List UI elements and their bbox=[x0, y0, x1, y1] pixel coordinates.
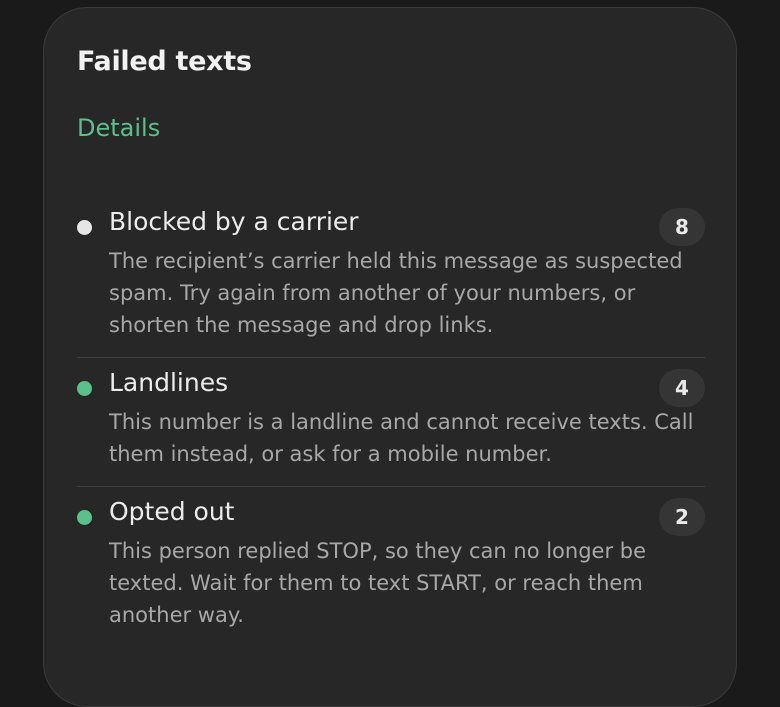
item-description: This number is a landline and cannot rec… bbox=[109, 410, 694, 466]
failed-texts-panel: Failed texts Details Blocked by a carrie… bbox=[43, 7, 737, 707]
count-badge: 2 bbox=[659, 498, 705, 536]
item-title: Landlines bbox=[109, 368, 229, 397]
status-dot-icon bbox=[77, 220, 92, 235]
status-dot-icon bbox=[77, 381, 92, 396]
details-link[interactable]: Details bbox=[77, 114, 160, 142]
count-badge: 4 bbox=[659, 369, 705, 407]
count-badge: 8 bbox=[659, 208, 705, 246]
list-item-landlines[interactable]: Landlines This number is a landline and … bbox=[77, 358, 705, 487]
item-title: Opted out bbox=[109, 497, 235, 526]
panel-title: Failed texts bbox=[77, 46, 252, 77]
failure-reason-list: Blocked by a carrier The recipient’s car… bbox=[77, 197, 705, 647]
status-dot-icon bbox=[77, 510, 92, 525]
item-title: Blocked by a carrier bbox=[109, 207, 359, 236]
list-item-blocked-by-carrier[interactable]: Blocked by a carrier The recipient’s car… bbox=[77, 197, 705, 358]
item-description: This person replied STOP, so they can no… bbox=[109, 539, 647, 627]
list-item-opted-out[interactable]: Opted out This person replied STOP, so t… bbox=[77, 487, 705, 647]
item-description: The recipient’s carrier held this messag… bbox=[109, 249, 683, 337]
